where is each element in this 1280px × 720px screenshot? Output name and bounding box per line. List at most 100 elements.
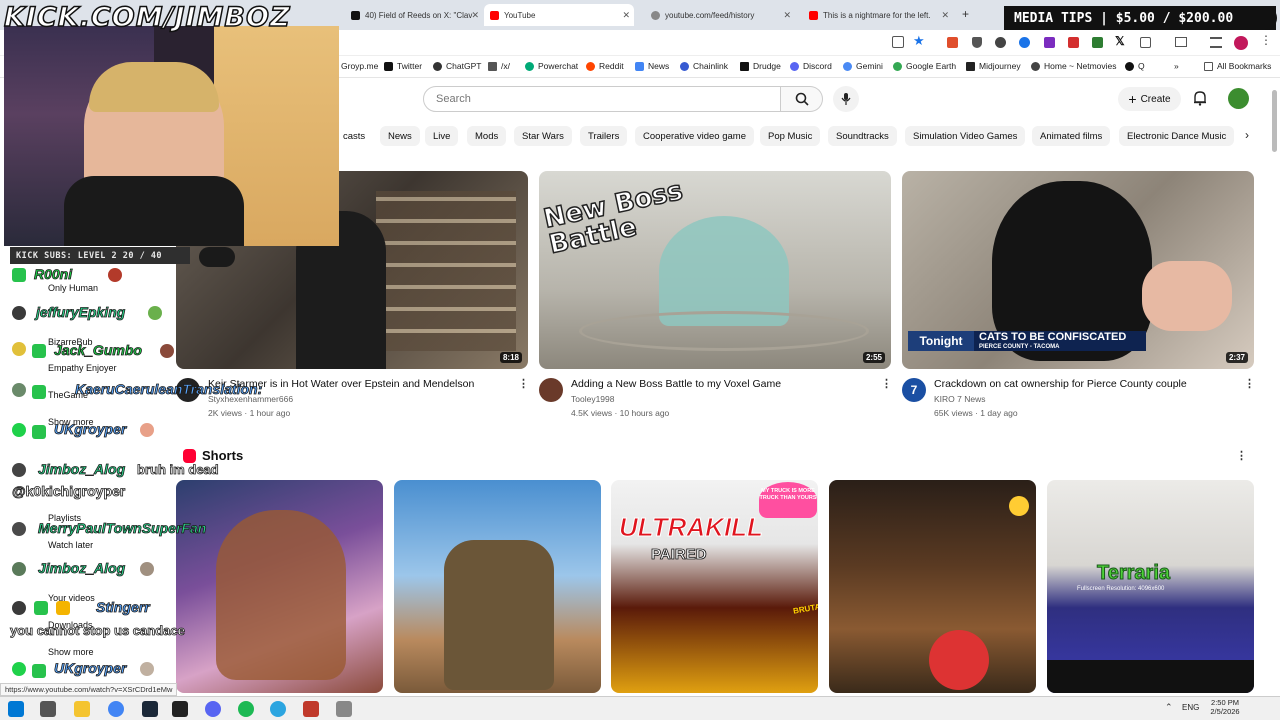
chip-casts[interactable]: casts xyxy=(335,126,373,146)
video-title[interactable]: Crackdown on cat ownership for Pierce Co… xyxy=(934,378,1187,390)
bookmark-powerchat[interactable]: Powerchat xyxy=(525,61,578,71)
chip-soundtracks[interactable]: Soundtracks xyxy=(828,126,897,146)
all-bookmarks[interactable]: All Bookmarks xyxy=(1204,61,1271,71)
bookmark-news[interactable]: News xyxy=(635,61,669,71)
extension-icon[interactable] xyxy=(995,37,1006,48)
puzzle-icon[interactable] xyxy=(1140,37,1151,48)
more-options-icon[interactable]: ⋮ xyxy=(518,377,529,390)
x-icon[interactable]: 𝕏 xyxy=(1115,34,1125,48)
scrollbar-thumb[interactable] xyxy=(1272,90,1277,152)
chip-edm[interactable]: Electronic Dance Music xyxy=(1119,126,1235,146)
bookmark-drudge[interactable]: Drudge xyxy=(740,61,781,71)
cast-icon[interactable] xyxy=(892,36,904,48)
short-thumbnail[interactable]: ULTRAKILL PAIRED MY TRUCK IS MORE TRUCK … xyxy=(611,480,818,693)
profile-icon[interactable] xyxy=(1234,36,1248,50)
sidepanel-icon[interactable] xyxy=(1175,37,1187,47)
chip-cooperative[interactable]: Cooperative video game xyxy=(635,126,754,146)
chip-trailers[interactable]: Trailers xyxy=(580,126,628,146)
channel-avatar[interactable] xyxy=(539,378,563,402)
spotify-icon[interactable] xyxy=(238,701,254,717)
bookmark-midjourney[interactable]: Midjourney xyxy=(966,61,1021,71)
bookmark-gemini[interactable]: Gemini xyxy=(843,61,883,71)
terminal-icon[interactable] xyxy=(172,701,188,717)
telegram-icon[interactable] xyxy=(270,701,286,717)
language-indicator[interactable]: ENG xyxy=(1182,703,1199,712)
channel-name[interactable]: Tooley1998 xyxy=(571,394,614,404)
task-view-icon[interactable] xyxy=(40,701,56,717)
more-options-icon[interactable]: ⋮ xyxy=(1244,377,1255,390)
tab-nightmare[interactable]: This is a nightmare for the left. ✕ xyxy=(803,4,953,26)
app-icon[interactable] xyxy=(336,701,352,717)
sidebar-show-more[interactable]: Show more xyxy=(48,647,94,657)
extension-icon[interactable] xyxy=(1044,37,1055,48)
sidebar-item-your-videos[interactable]: Your videos xyxy=(48,593,95,603)
channel-name[interactable]: KIRO 7 News xyxy=(934,394,986,404)
sidebar-item-watch-later[interactable]: Watch later xyxy=(48,540,93,550)
bookmarks-overflow-icon[interactable]: » xyxy=(1174,61,1179,71)
search-input[interactable]: Search xyxy=(423,86,781,112)
bookmark-netmovies[interactable]: Home ~ Netmovies xyxy=(1031,61,1117,71)
bookmark-twitter[interactable]: Twitter xyxy=(384,61,422,71)
close-icon[interactable]: ✕ xyxy=(783,10,791,21)
extension-icon[interactable] xyxy=(1068,37,1079,48)
discord-icon[interactable] xyxy=(205,701,221,717)
search-button[interactable] xyxy=(781,86,823,112)
tab-youtube[interactable]: YouTube ✕ xyxy=(484,4,634,26)
bookmark-x[interactable]: /x/ xyxy=(488,61,510,71)
windows-start-icon[interactable] xyxy=(8,701,24,717)
close-icon[interactable]: ✕ xyxy=(471,10,479,21)
bookmark-label: Google Earth xyxy=(906,61,957,71)
tray-chevron-icon[interactable]: ⌃ xyxy=(1165,702,1173,713)
bookmark-groyp[interactable]: Groyp.me xyxy=(341,61,378,71)
extension-icon[interactable] xyxy=(1019,37,1030,48)
notifications-button[interactable] xyxy=(1193,90,1207,111)
bookmark-chatgpt[interactable]: ChatGPT xyxy=(433,61,481,71)
star-icon[interactable]: ★ xyxy=(913,33,925,49)
channel-avatar[interactable]: 7 xyxy=(902,378,926,402)
tab-field-of-reeds[interactable]: 40) Field of Reeds on X: "Clav ✕ xyxy=(345,4,483,26)
chip-star-wars[interactable]: Star Wars xyxy=(514,126,572,146)
chip-simulation[interactable]: Simulation Video Games xyxy=(905,126,1026,146)
chrome-icon[interactable] xyxy=(108,701,124,717)
short-thumbnail[interactable] xyxy=(394,480,601,693)
tab-history[interactable]: youtube.com/feed/history ✕ xyxy=(645,4,795,26)
new-tab-button[interactable]: + xyxy=(962,7,969,21)
short-thumbnail[interactable] xyxy=(176,480,383,693)
create-button[interactable]: + Create xyxy=(1118,87,1181,111)
close-icon[interactable]: ✕ xyxy=(622,10,630,21)
sidebar-item-empathy-enjoyer[interactable]: Empathy Enjoyer xyxy=(48,363,117,373)
extension-icon[interactable] xyxy=(947,37,958,48)
video-thumbnail[interactable]: Tonight CATS TO BE CONFISCATED PIERCE CO… xyxy=(902,171,1254,369)
file-explorer-icon[interactable] xyxy=(74,701,90,717)
chip-pop-music[interactable]: Pop Music xyxy=(760,126,821,146)
steam-icon[interactable] xyxy=(142,701,158,717)
more-options-icon[interactable]: ⋮ xyxy=(881,377,892,390)
bookmark-reddit[interactable]: Reddit xyxy=(586,61,624,71)
shield-icon[interactable] xyxy=(972,37,982,48)
video-title[interactable]: Adding a New Boss Battle to my Voxel Gam… xyxy=(571,378,781,390)
bookmark-chainlink[interactable]: Chainlink xyxy=(680,61,728,71)
extension-icon[interactable] xyxy=(1092,37,1103,48)
chevron-right-icon[interactable]: › xyxy=(1245,128,1249,142)
voice-search-button[interactable] xyxy=(833,86,859,112)
download-icon[interactable] xyxy=(1210,37,1222,48)
bookmark-q[interactable]: Q xyxy=(1125,61,1145,71)
short-thumbnail[interactable] xyxy=(829,480,1036,693)
sidebar-item-only-human[interactable]: Only Human xyxy=(48,283,98,293)
video-meta: 4.5K views · 10 hours ago xyxy=(571,408,670,418)
more-options-icon[interactable]: ⋮ xyxy=(1236,449,1247,462)
chip-mods[interactable]: Mods xyxy=(467,126,507,146)
close-icon[interactable]: ✕ xyxy=(941,10,949,21)
video-thumbnail[interactable]: New Boss Battle 2:55 xyxy=(539,171,891,369)
chip-live[interactable]: Live xyxy=(425,126,459,146)
app-icon[interactable] xyxy=(303,701,319,717)
chip-animated[interactable]: Animated films xyxy=(1032,126,1111,146)
menu-icon[interactable]: ⋮ xyxy=(1260,33,1272,47)
bookmark-google-earth[interactable]: Google Earth xyxy=(893,61,956,71)
bookmark-discord[interactable]: Discord xyxy=(790,61,832,71)
tab-label: youtube.com/feed/history xyxy=(665,10,755,20)
clock[interactable]: 2:50 PM 2/5/2026 xyxy=(1207,698,1243,716)
short-thumbnail[interactable]: Terraria Fullscreen Resolution: 4096x600 xyxy=(1047,480,1254,693)
avatar[interactable] xyxy=(1228,88,1249,109)
chip-news[interactable]: News xyxy=(380,126,420,146)
